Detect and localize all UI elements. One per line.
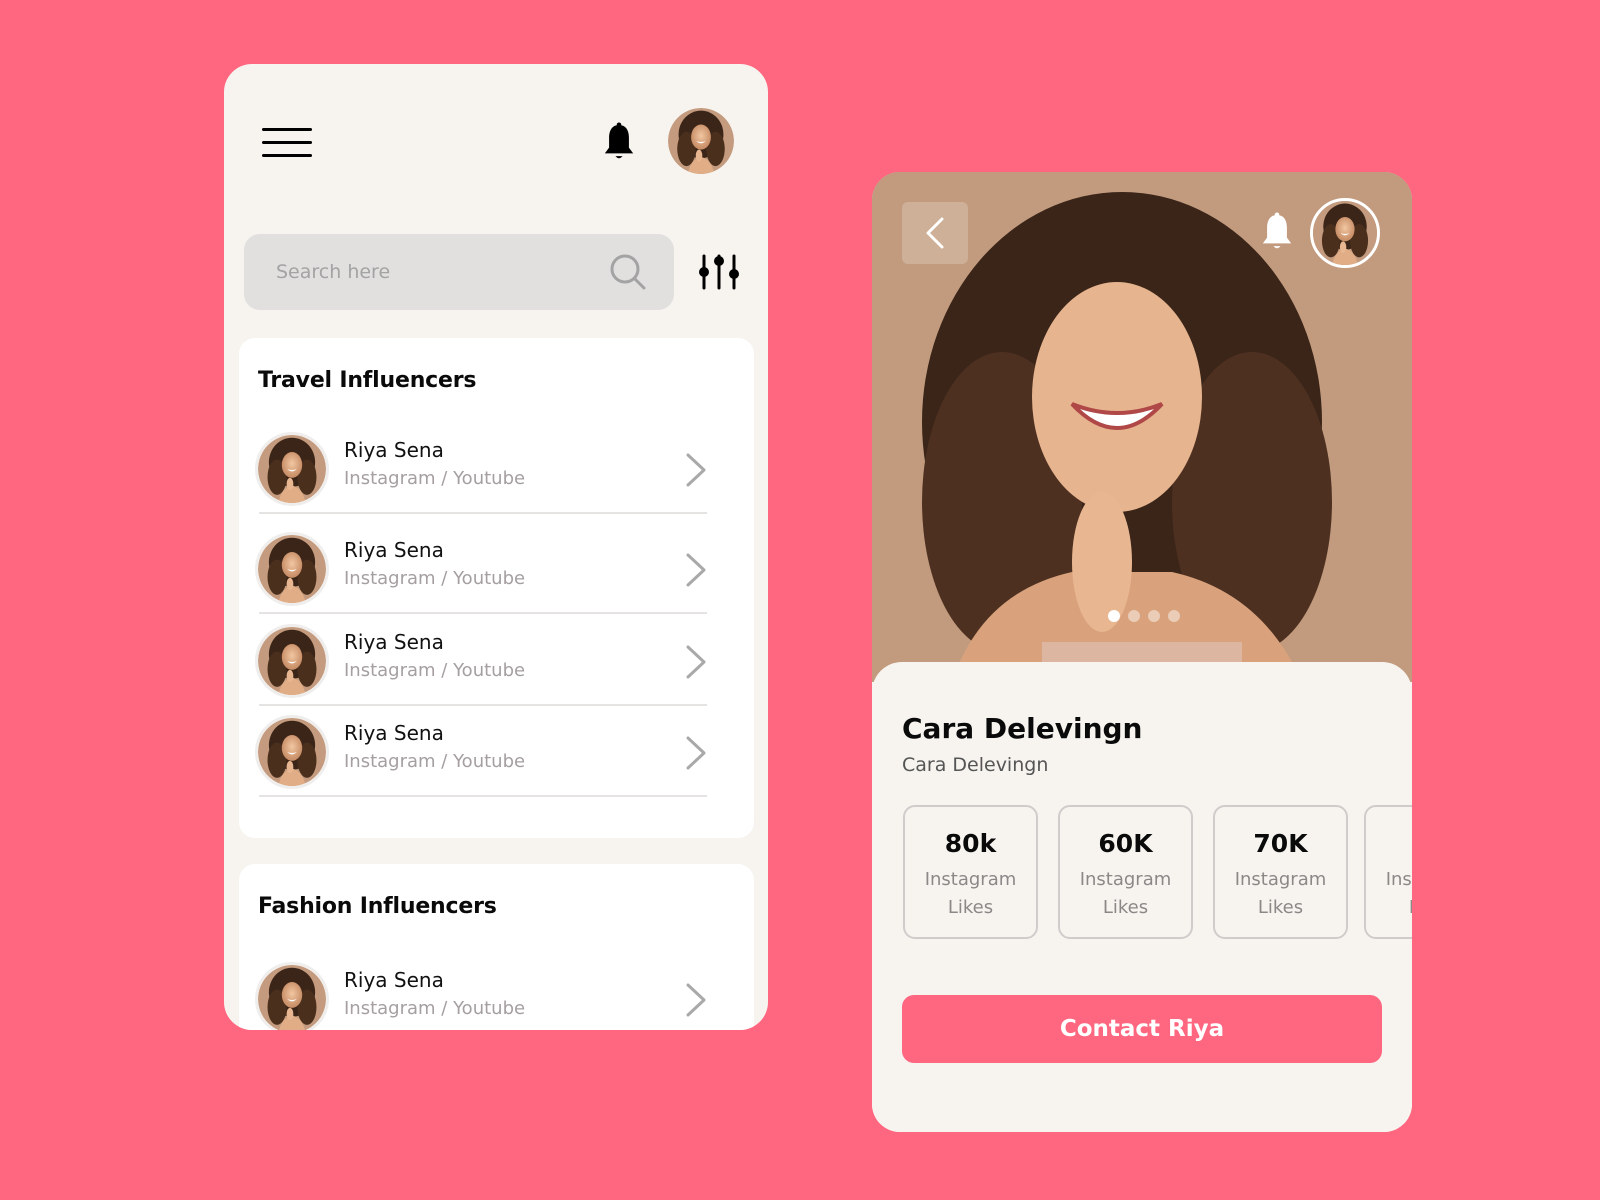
influencer-avatar	[255, 715, 329, 789]
carousel-dot[interactable]	[1128, 610, 1140, 622]
influencer-name: Riya Sena	[344, 538, 444, 562]
hamburger-menu-icon	[262, 128, 312, 131]
profile-photo-carousel[interactable]	[872, 172, 1412, 682]
sliders-filter-icon[interactable]	[698, 252, 740, 292]
influencer-name: Riya Sena	[344, 721, 444, 745]
travel-influencers-section: Travel Influencers Riya Sena Instagram /…	[239, 338, 754, 838]
hamburger-line	[262, 141, 312, 144]
influencer-list-screen: Travel Influencers Riya Sena Instagram /…	[224, 64, 768, 1030]
bell-icon[interactable]	[1260, 212, 1294, 252]
stat-label: InstagramLikes	[1079, 869, 1172, 918]
influencer-list-item[interactable]: Riya Sena Instagram / Youtube	[255, 954, 707, 1030]
stat-value: 60K	[1098, 829, 1153, 858]
stat-card: 7 InstagramLikes	[1364, 805, 1412, 939]
menu-button[interactable]	[260, 124, 314, 160]
chevron-right-icon[interactable]	[685, 735, 707, 771]
stat-label: InstagramLikes	[1385, 869, 1412, 918]
influencer-name: Riya Sena	[344, 630, 444, 654]
stat-value: 80k	[944, 829, 997, 858]
influencer-platforms: Instagram / Youtube	[344, 468, 526, 489]
influencer-list-item[interactable]: Riya Sena Instagram / Youtube	[255, 424, 707, 514]
influencer-platforms: Instagram / Youtube	[344, 568, 526, 589]
stats-scroller[interactable]: 80k Instagram Likes 60K Instagram Likes 70…	[903, 805, 1412, 941]
influencer-platforms: Instagram / Youtube	[344, 751, 526, 772]
carousel-dot[interactable]	[1108, 610, 1120, 622]
influencer-name: Riya Sena	[344, 438, 444, 462]
section-title: Fashion Influencers	[258, 894, 497, 919]
profile-name: Cara Delevingn	[902, 712, 1143, 745]
search-icon[interactable]	[608, 252, 648, 292]
chevron-left-icon	[926, 217, 944, 249]
divider	[259, 512, 707, 514]
user-avatar[interactable]	[1310, 198, 1380, 268]
fashion-influencers-section: Fashion Influencers Riya Sena Instagram …	[239, 864, 754, 1030]
influencer-detail-screen: Cara Delevingn Cara Delevingn 80k Instag…	[872, 172, 1412, 1132]
divider	[259, 795, 707, 797]
chevron-right-icon[interactable]	[685, 982, 707, 1018]
influencer-platforms: Instagram / Youtube	[344, 998, 526, 1019]
bell-icon[interactable]	[602, 122, 636, 162]
hamburger-line	[262, 154, 312, 157]
chevron-right-icon[interactable]	[685, 452, 707, 488]
influencer-list-item[interactable]: Riya Sena Instagram / Youtube	[255, 707, 707, 797]
stat-card: 60K Instagram Likes	[1058, 805, 1193, 939]
search-input[interactable]	[244, 234, 608, 310]
profile-subtitle: Cara Delevingn	[902, 754, 1049, 776]
stat-value: 70K	[1253, 829, 1308, 858]
carousel-dot[interactable]	[1168, 610, 1180, 622]
divider	[259, 704, 707, 706]
influencer-avatar	[255, 624, 329, 698]
influencer-name: Riya Sena	[344, 968, 444, 992]
contact-button[interactable]: Contact Riya	[902, 995, 1382, 1063]
user-avatar[interactable]	[668, 108, 734, 174]
influencer-list-item[interactable]: Riya Sena Instagram / Youtube	[255, 616, 707, 706]
search-bar	[244, 234, 674, 310]
influencer-list-item[interactable]: Riya Sena Instagram / Youtube	[255, 524, 707, 614]
stat-card: 70K Instagram Likes	[1213, 805, 1348, 939]
divider	[259, 612, 707, 614]
stat-card: 80k Instagram Likes	[903, 805, 1038, 939]
influencer-avatar	[255, 432, 329, 506]
chevron-right-icon[interactable]	[685, 644, 707, 680]
chevron-right-icon[interactable]	[685, 552, 707, 588]
influencer-avatar	[255, 962, 329, 1030]
carousel-dot[interactable]	[1148, 610, 1160, 622]
profile-detail-panel: Cara Delevingn Cara Delevingn 80k Instag…	[872, 662, 1412, 1132]
back-button[interactable]	[902, 202, 968, 264]
stat-value: 7	[1366, 829, 1412, 858]
stat-label: InstagramLikes	[1234, 869, 1327, 918]
section-title: Travel Influencers	[258, 368, 477, 393]
carousel-indicators	[872, 610, 1412, 622]
influencer-avatar	[255, 532, 329, 606]
influencer-platforms: Instagram / Youtube	[344, 660, 526, 681]
stat-label: InstagramLikes	[924, 869, 1017, 918]
